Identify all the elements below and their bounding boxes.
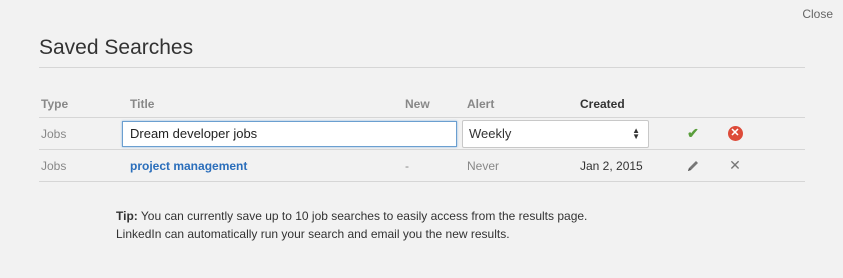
tip-line-1: You can currently save up to 10 job sear…	[140, 209, 588, 223]
row-type: Jobs	[41, 126, 67, 141]
delete-button[interactable]: ✕	[727, 150, 743, 181]
check-icon[interactable]: ✔	[687, 125, 699, 142]
column-header-new: New	[405, 96, 430, 111]
column-header-alert: Alert	[467, 96, 495, 111]
x-icon[interactable]: ✕	[729, 157, 741, 174]
row-type: Jobs	[41, 158, 67, 173]
row-created-date: Jan 2, 2015	[580, 158, 643, 173]
row-new-count: -	[405, 158, 409, 173]
table-header-row: Type Title New Alert Created	[39, 90, 805, 118]
alert-frequency-select[interactable]: Weekly ▲ ▼	[462, 119, 649, 148]
column-header-title: Title	[130, 96, 155, 111]
table-row-editing: Jobs Weekly ▲▼ ✔ ✕	[39, 118, 805, 150]
saved-search-title-link[interactable]: project management	[130, 150, 247, 181]
table-row: Jobs project management - Never Jan 2, 2…	[39, 150, 805, 182]
select-arrows-icon: ▲ ▼	[632, 125, 640, 141]
tip-label: Tip:	[116, 209, 138, 223]
cancel-circle-icon[interactable]: ✕	[727, 126, 743, 141]
tip-line-2: LinkedIn can automatically run your sear…	[116, 227, 510, 241]
row-alert: Never	[467, 158, 500, 173]
edit-button[interactable]	[685, 150, 701, 181]
close-link[interactable]: Close	[802, 7, 833, 21]
column-header-type: Type	[41, 96, 69, 111]
cancel-button[interactable]: ✕	[727, 118, 743, 149]
dialog-title: Saved Searches	[39, 36, 194, 59]
alert-cell: Weekly ▲ ▼	[462, 118, 649, 149]
pencil-icon[interactable]	[686, 159, 700, 173]
search-title-input[interactable]	[122, 120, 457, 147]
column-header-created[interactable]: Created	[580, 90, 625, 117]
saved-searches-table: Type Title New Alert Created Jobs Weekly…	[39, 90, 805, 182]
tip-text: Tip: You can currently save up to 10 job…	[116, 207, 587, 243]
title-cell	[122, 118, 457, 149]
save-button[interactable]: ✔	[685, 118, 701, 149]
alert-select-value: Weekly	[469, 126, 512, 141]
title-divider	[39, 67, 805, 68]
